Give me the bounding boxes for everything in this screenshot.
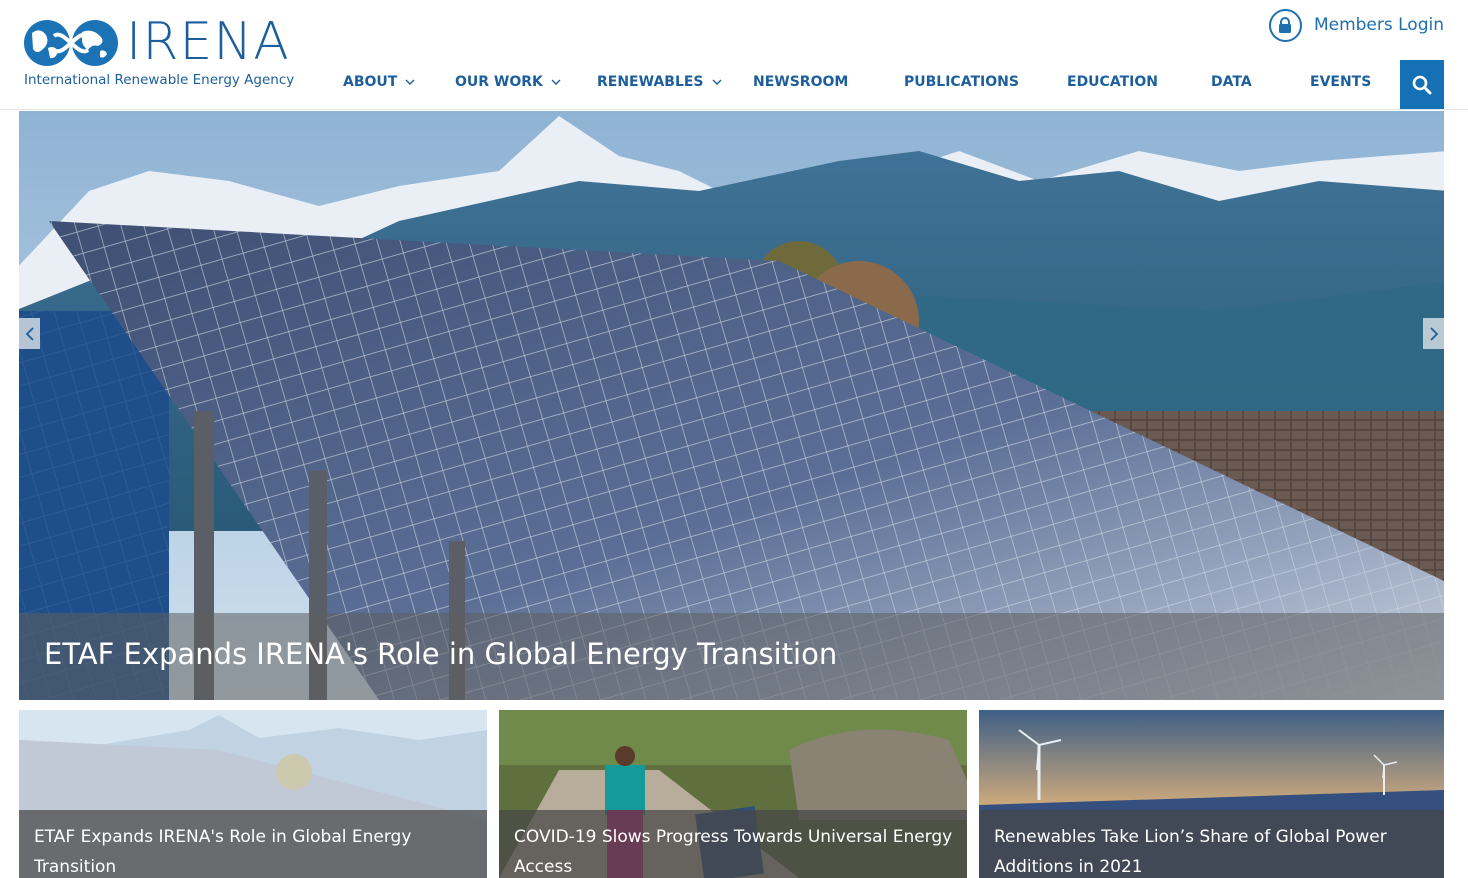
nav-item-label: EDUCATION [1067,74,1158,90]
news-card-etaf[interactable]: ETAF Expands IRENA's Role in Global Ener… [19,710,487,878]
nav-item-renewables[interactable]: RENEWABLES [597,74,722,90]
nav-item-label: RENEWABLES [597,74,704,90]
hero-image [19,111,1444,700]
chevron-right-icon [1429,326,1438,341]
nav-item-newsroom[interactable]: NEWSROOM [753,74,848,90]
nav-item-label: OUR WORK [455,74,543,90]
nav-item-our-work[interactable]: OUR WORK [455,74,561,90]
nav-item-label: ABOUT [343,74,398,90]
slider-next-button[interactable] [1423,318,1444,349]
slider-prev-button[interactable] [19,318,40,349]
card-title: COVID-19 Slows Progress Towards Universa… [514,827,953,877]
card-title: Renewables Take Lion’s Share of Global P… [994,827,1387,877]
card-caption: Renewables Take Lion’s Share of Global P… [979,810,1444,878]
main-navigation: ABOUT OUR WORK RENEWABLES NEWSROOM PUBLI… [0,60,1468,110]
card-caption: COVID-19 Slows Progress Towards Universa… [499,810,967,878]
lock-icon [1268,8,1302,42]
nav-item-events[interactable]: EVENTS [1310,74,1371,90]
card-title: ETAF Expands IRENA's Role in Global Ener… [34,827,412,877]
nav-item-label: PUBLICATIONS [904,74,1019,90]
hero-slide[interactable]: ETAF Expands IRENA's Role in Global Ener… [19,111,1444,700]
news-card-covid[interactable]: COVID-19 Slows Progress Towards Universa… [499,710,967,878]
chevron-down-icon [405,79,415,86]
nav-item-about[interactable]: ABOUT [343,74,415,90]
chevron-down-icon [712,79,722,86]
nav-item-label: NEWSROOM [753,74,849,90]
nav-item-label: DATA [1211,74,1252,90]
nav-item-education[interactable]: EDUCATION [1067,74,1158,90]
search-button[interactable] [1400,60,1444,109]
search-icon [1412,75,1432,94]
card-caption: ETAF Expands IRENA's Role in Global Ener… [19,810,487,878]
nav-item-data[interactable]: DATA [1211,74,1252,90]
chevron-left-icon [25,326,34,341]
hero-title[interactable]: ETAF Expands IRENA's Role in Global Ener… [44,637,837,671]
members-login-link[interactable]: Members Login [1268,8,1444,42]
news-card-renewables[interactable]: Renewables Take Lion’s Share of Global P… [979,710,1444,878]
members-login-label: Members Login [1313,15,1444,35]
nav-item-publications[interactable]: PUBLICATIONS [904,74,1019,90]
nav-item-label: EVENTS [1310,74,1372,90]
site-header: IRENA International Renewable Energy Age… [0,0,1468,110]
chevron-down-icon [551,79,561,86]
hero-caption: ETAF Expands IRENA's Role in Global Ener… [19,613,1444,700]
